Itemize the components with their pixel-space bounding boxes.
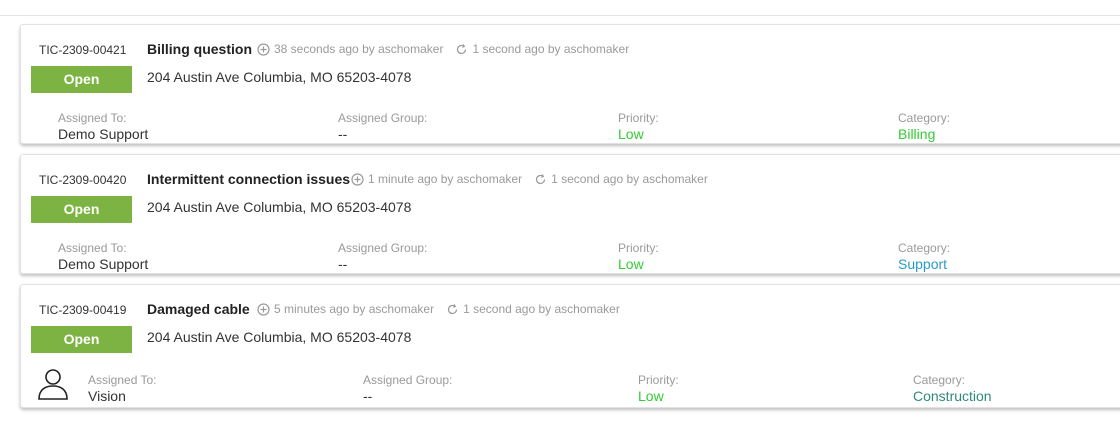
assigned-group-value: --: [338, 256, 348, 272]
updated-text: 1 second ago by aschomaker: [472, 42, 630, 56]
ticket-id[interactable]: TIC-2309-00420: [39, 173, 126, 187]
top-divider: [0, 15, 1120, 16]
category-field: Category: Construction: [913, 373, 992, 405]
assigned-to-value: Vision: [88, 388, 126, 404]
updated-text: 1 second ago by aschomaker: [463, 302, 620, 316]
refresh-icon: [534, 173, 547, 186]
assigned-group-value: --: [338, 126, 348, 142]
status-badge: Open: [31, 196, 132, 223]
category-label: Category:: [898, 111, 951, 125]
refresh-icon: [455, 43, 468, 56]
assigned-to-value: Demo Support: [58, 256, 149, 272]
plus-circle-icon: [351, 172, 364, 186]
assigned-to-field: Assigned To: Demo Support: [58, 111, 148, 143]
category-field: Category: Billing: [898, 111, 950, 143]
priority-value: Low: [618, 126, 644, 142]
updated-meta: 1 second ago by aschomaker: [446, 302, 620, 316]
assigned-group-field: Assigned Group: --: [338, 111, 427, 143]
assigned-to-label: Assigned To:: [58, 241, 127, 255]
created-meta: 38 seconds ago by aschomaker: [257, 42, 443, 56]
status-badge: Open: [31, 66, 132, 93]
priority-value: Low: [638, 388, 664, 404]
ticket-title[interactable]: Damaged cable: [147, 301, 250, 317]
updated-meta: 1 second ago by aschomaker: [534, 172, 708, 186]
ticket-title[interactable]: Billing question: [147, 41, 252, 57]
assigned-to-field: Assigned To: Demo Support: [58, 241, 148, 273]
refresh-icon: [446, 303, 459, 316]
created-meta: 5 minutes ago by aschomaker: [257, 302, 434, 316]
category-label: Category:: [913, 373, 966, 387]
priority-label: Priority:: [638, 373, 679, 387]
ticket-list-page: TIC-2309-00421 Billing question 38 secon…: [0, 0, 1120, 437]
ticket-address: 204 Austin Ave Columbia, MO 65203-4078: [147, 69, 412, 85]
priority-field: Priority: Low: [618, 241, 659, 273]
category-field: Category: Support: [898, 241, 950, 273]
ticket-id[interactable]: TIC-2309-00419: [39, 303, 126, 317]
assigned-to-label: Assigned To:: [58, 111, 127, 125]
user-icon: [37, 367, 69, 401]
category-value: Billing: [898, 126, 936, 142]
ticket-meta: 5 minutes ago by aschomaker 1 second ago…: [257, 302, 632, 316]
updated-meta: 1 second ago by aschomaker: [455, 42, 629, 56]
plus-circle-icon: [257, 42, 270, 56]
ticket-card[interactable]: TIC-2309-00421 Billing question 38 secon…: [20, 24, 1120, 144]
ticket-id[interactable]: TIC-2309-00421: [39, 43, 126, 57]
ticket-meta: 38 seconds ago by aschomaker 1 second ag…: [257, 42, 641, 56]
created-text: 1 minute ago by aschomaker: [368, 172, 523, 186]
ticket-meta: 1 minute ago by aschomaker 1 second ago …: [351, 172, 720, 186]
priority-label: Priority:: [618, 111, 659, 125]
assigned-to-field: Assigned To: Vision: [88, 373, 157, 405]
category-value: Support: [898, 256, 948, 272]
created-text: 5 minutes ago by aschomaker: [274, 302, 435, 316]
assigned-to-label: Assigned To:: [88, 373, 157, 387]
ticket-title[interactable]: Intermittent connection issues: [147, 171, 350, 187]
ticket-address: 204 Austin Ave Columbia, MO 65203-4078: [147, 199, 412, 215]
assigned-group-field: Assigned Group: --: [363, 373, 452, 405]
assigned-group-label: Assigned Group:: [338, 241, 428, 255]
created-text: 38 seconds ago by aschomaker: [274, 42, 444, 56]
created-meta: 1 minute ago by aschomaker: [351, 172, 522, 186]
priority-field: Priority: Low: [618, 111, 659, 143]
ticket-card[interactable]: TIC-2309-00420 Intermittent connection i…: [20, 154, 1120, 274]
assigned-group-label: Assigned Group:: [363, 373, 453, 387]
updated-text: 1 second ago by aschomaker: [551, 172, 708, 186]
ticket-card[interactable]: TIC-2309-00419 Damaged cable 5 minutes a…: [20, 284, 1120, 408]
assigned-to-value: Demo Support: [58, 126, 149, 142]
priority-field: Priority: Low: [638, 373, 679, 405]
ticket-list: TIC-2309-00421 Billing question 38 secon…: [20, 24, 1120, 418]
category-value: Construction: [913, 388, 992, 404]
assigned-group-label: Assigned Group:: [338, 111, 428, 125]
plus-circle-icon: [257, 302, 270, 316]
priority-label: Priority:: [618, 241, 659, 255]
assigned-group-value: --: [363, 388, 373, 404]
priority-value: Low: [618, 256, 644, 272]
status-badge: Open: [31, 326, 132, 353]
assigned-group-field: Assigned Group: --: [338, 241, 427, 273]
category-label: Category:: [898, 241, 951, 255]
ticket-address: 204 Austin Ave Columbia, MO 65203-4078: [147, 329, 412, 345]
